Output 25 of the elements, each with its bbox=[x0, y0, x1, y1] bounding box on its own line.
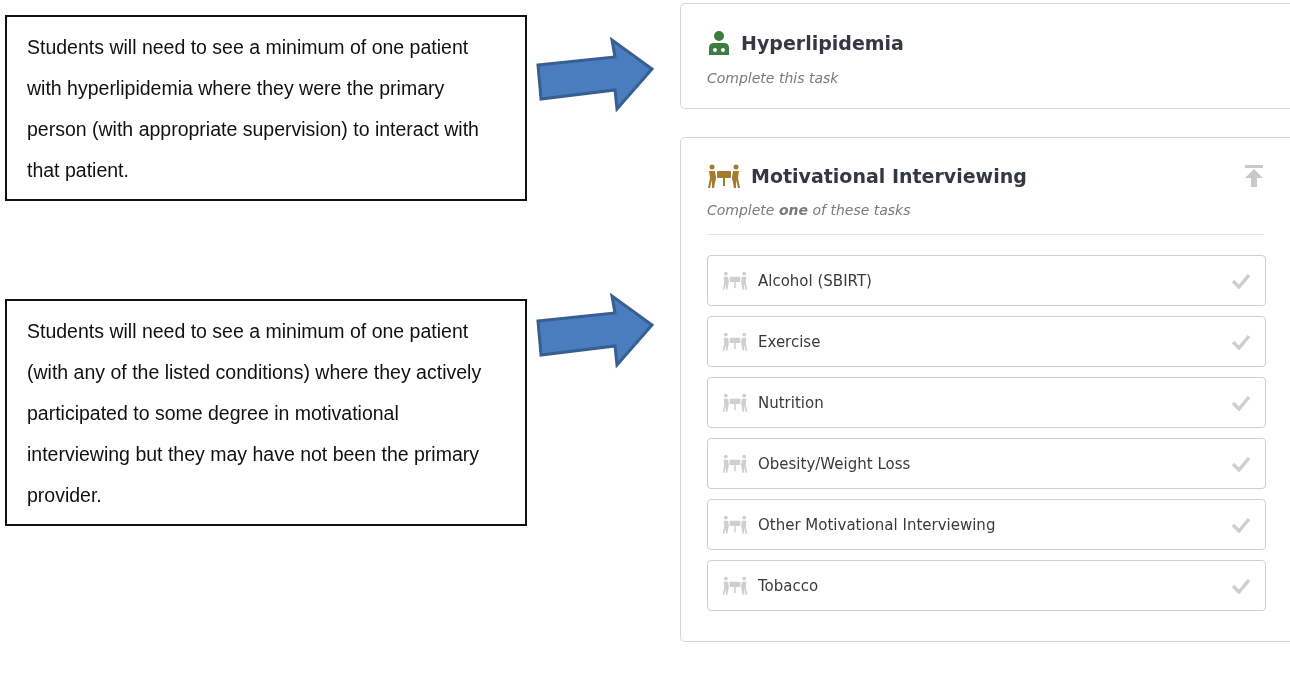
meeting-icon bbox=[722, 271, 748, 290]
meeting-icon bbox=[722, 393, 748, 412]
meeting-icon bbox=[722, 576, 748, 595]
task-label: Other Motivational Interviewing bbox=[758, 515, 997, 534]
task-row[interactable]: Tobacco bbox=[707, 560, 1266, 611]
task-row[interactable]: Obesity/Weight Loss bbox=[707, 438, 1266, 489]
task-label: Obesity/Weight Loss bbox=[758, 454, 912, 473]
task-row[interactable]: Exercise bbox=[707, 316, 1266, 367]
task-row[interactable]: Other Motivational Interviewing bbox=[707, 499, 1266, 550]
task-label: Exercise bbox=[758, 332, 822, 351]
card-title: Motivational Interviewing bbox=[751, 165, 1027, 187]
callout-text: Students will need to see a minimum of one patient (with any of the listed conditions) where they actively participated to some degree in motivational interviewing but they may have not been the primary provider. bbox=[5, 299, 527, 526]
task-label: Nutrition bbox=[758, 393, 825, 412]
task-label: Tobacco bbox=[758, 576, 820, 595]
card-subtitle: Complete this task bbox=[707, 70, 840, 86]
task-row[interactable]: Nutrition bbox=[707, 377, 1266, 428]
meeting-icon bbox=[722, 332, 748, 351]
task-label: Alcohol (SBIRT) bbox=[758, 271, 873, 290]
task-row[interactable]: Alcohol (SBIRT) bbox=[707, 255, 1266, 306]
pin-icon[interactable] bbox=[1244, 164, 1264, 188]
callout-text: Students will need to see a minimum of one patient with hyperlipidemia where they were the primary person (with appropriate supervision) to interact with that patient. bbox=[5, 15, 527, 201]
card-subtitle: Complete one of these tasks bbox=[707, 202, 912, 218]
meeting-icon bbox=[722, 515, 748, 534]
card-title: Hyperlipidemia bbox=[741, 32, 904, 54]
meeting-icon bbox=[722, 454, 748, 473]
